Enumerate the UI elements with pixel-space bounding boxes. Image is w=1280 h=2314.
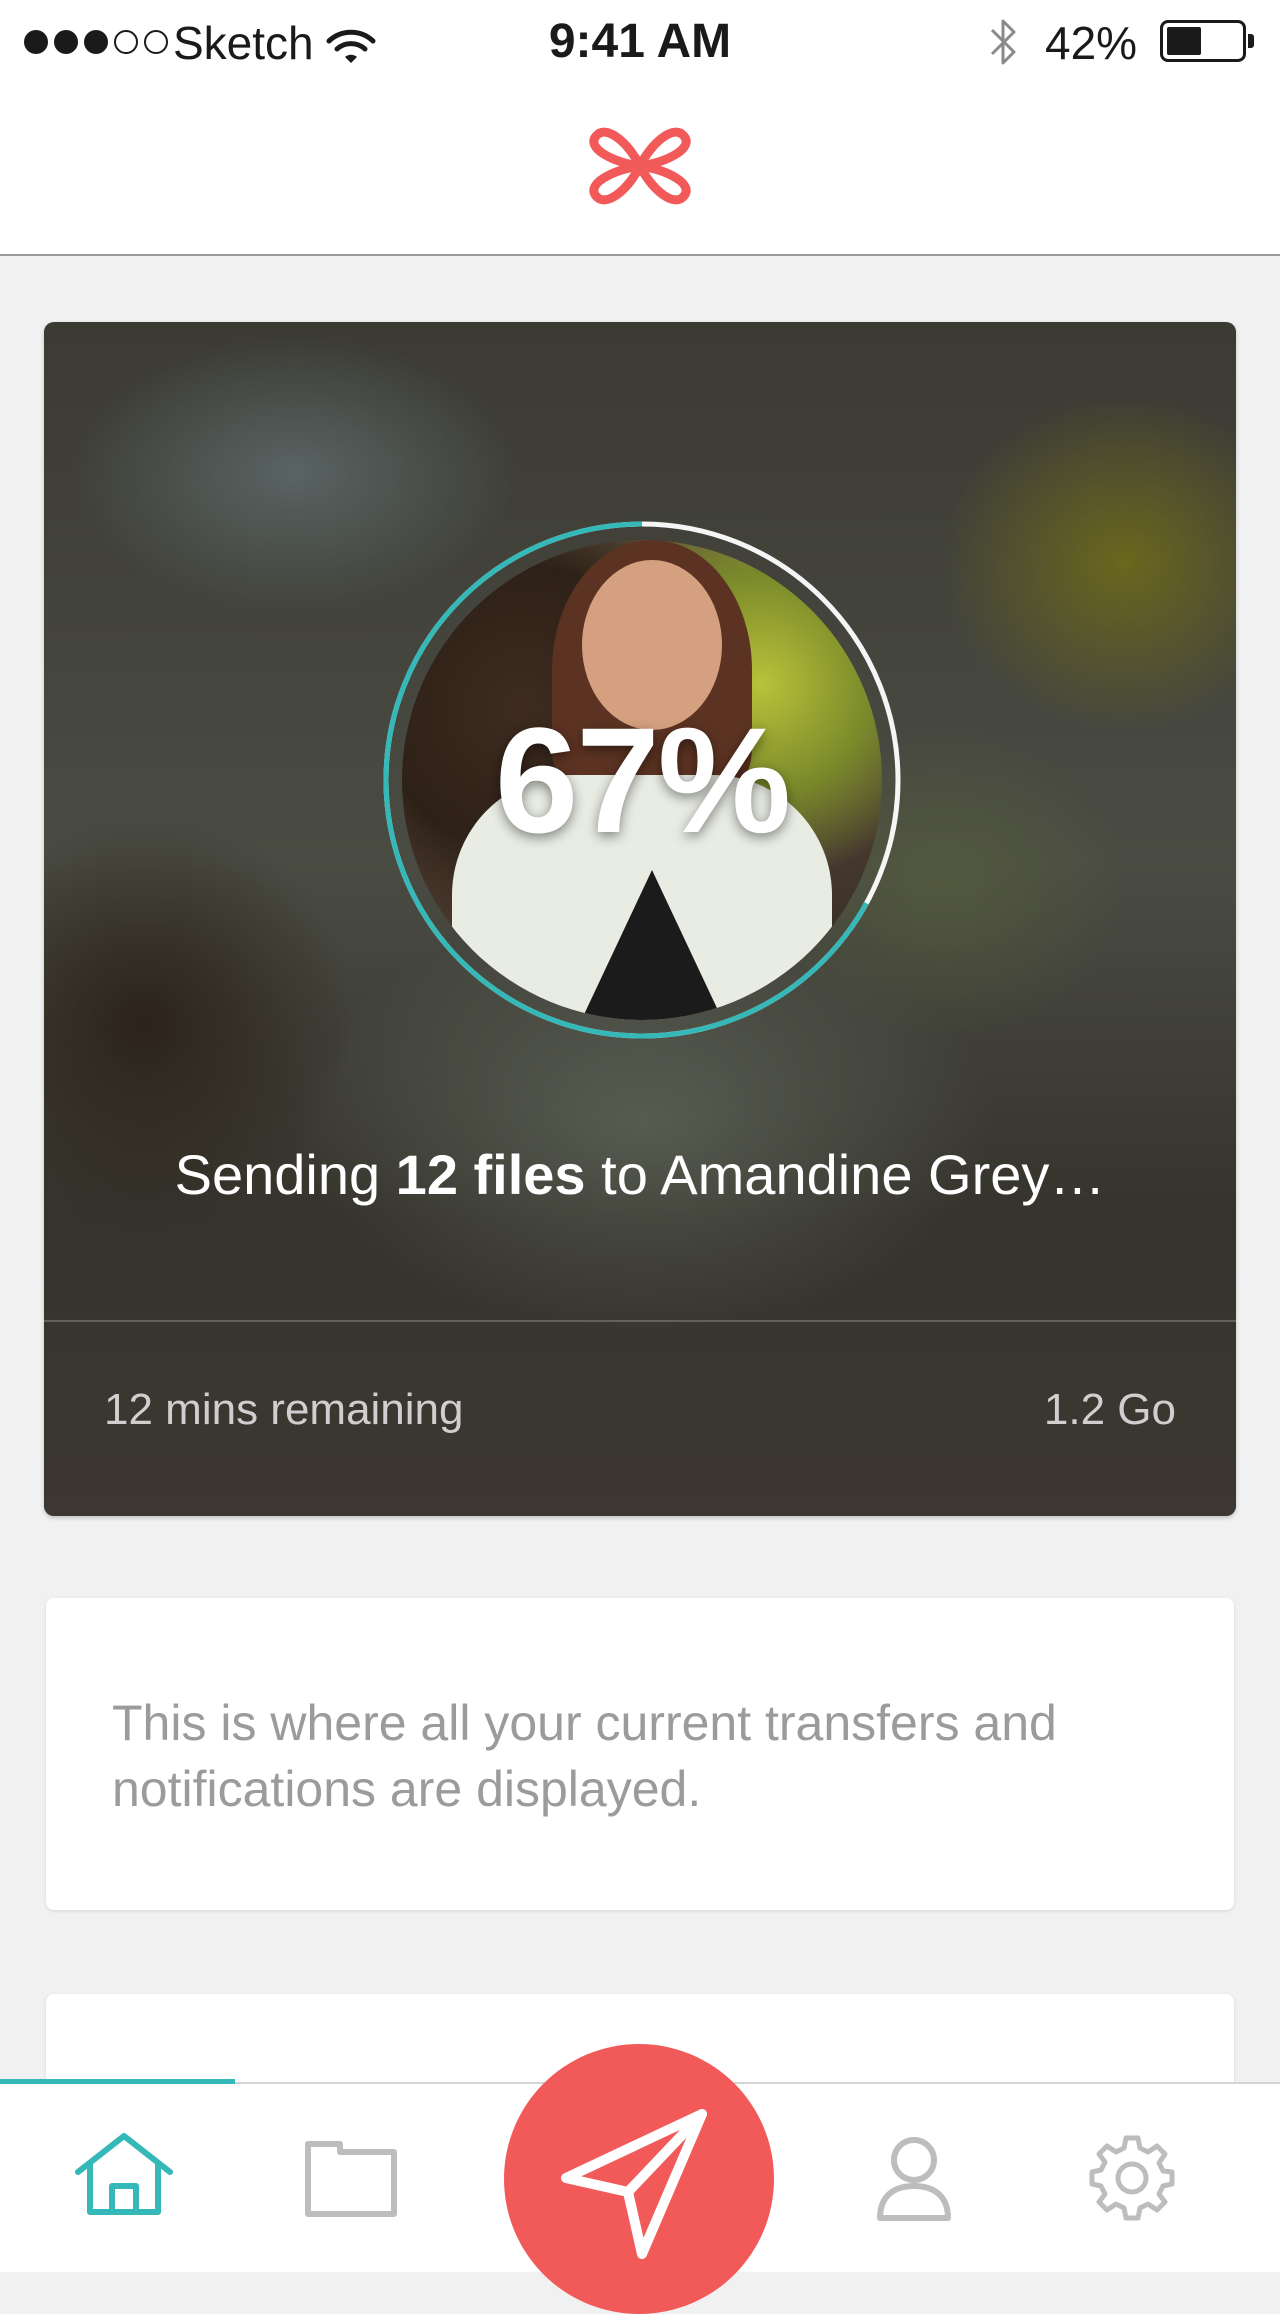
bluetooth-icon: [984, 14, 1024, 81]
gear-icon: [1089, 2135, 1175, 2221]
tab-profile[interactable]: [876, 2134, 952, 2227]
battery-icon: [1160, 20, 1254, 62]
active-tab-indicator: [0, 2079, 235, 2084]
transfer-progress: 67%: [364, 502, 920, 1058]
divider: [44, 1320, 1236, 1322]
send-button[interactable]: [504, 2044, 774, 2314]
quatrefoil-logo-icon[interactable]: [578, 102, 702, 235]
transfer-size: 1.2 Go: [1043, 1385, 1176, 1434]
battery-percent: 42%: [1045, 17, 1138, 69]
send-icon: [561, 2109, 707, 2259]
transfer-card[interactable]: 67% Sending 12 files to Amandine Grey… 1…: [44, 322, 1236, 1516]
tab-files[interactable]: [304, 2138, 398, 2223]
home-icon: [75, 2133, 173, 2215]
time-remaining: 12 mins remaining: [104, 1385, 464, 1434]
folder-icon: [305, 2141, 397, 2217]
info-message: This is where all your current transfers…: [112, 1695, 1057, 1817]
progress-percent: 67%: [494, 696, 791, 864]
tab-settings[interactable]: [1088, 2134, 1176, 2227]
navigation-bar: [0, 82, 1280, 256]
info-card: This is where all your current transfers…: [46, 1598, 1234, 1910]
tab-home[interactable]: [72, 2130, 176, 2223]
transfer-status: Sending 12 files to Amandine Grey…: [174, 1143, 1106, 1206]
status-bar: Sketch 9:41 AM 42%: [0, 0, 1280, 82]
user-icon: [877, 2137, 951, 2221]
file-count: 12 files: [395, 1143, 586, 1206]
